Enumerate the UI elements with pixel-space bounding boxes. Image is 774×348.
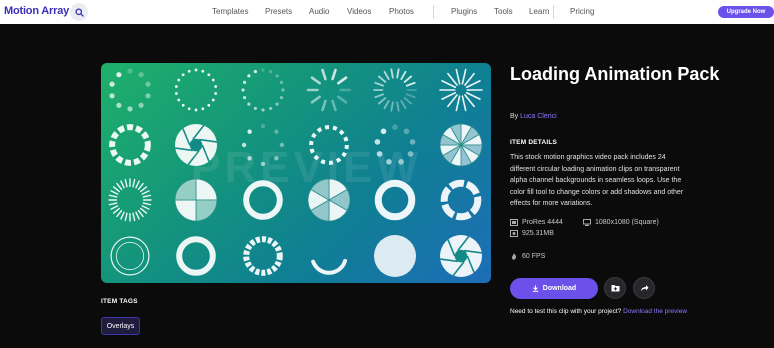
spinner-thumbnail-18: [440, 179, 482, 221]
nav-divider: [433, 5, 434, 19]
nav-videos[interactable]: Videos: [347, 7, 371, 16]
spec-size-value: 925.31MB: [522, 230, 554, 237]
search-button[interactable]: [70, 3, 88, 21]
spinner-thumbnail-23: [374, 235, 416, 277]
folder-plus-icon: [611, 285, 619, 292]
item-description: This stock motion graphics video pack in…: [510, 154, 684, 207]
item-details-heading: ITEM DETAILS: [510, 139, 558, 146]
spinner-thumbnail-13: [108, 178, 152, 222]
test-clip-question: Need to test this clip with your project…: [510, 308, 622, 315]
spec-resolution-value: 1080x1080 (Square): [595, 219, 659, 226]
fps-icon: [512, 253, 516, 260]
spinner-thumbnail-12: [439, 123, 483, 167]
page-title: Loading Animation Pack: [510, 64, 720, 84]
spec-resolution: 1080x1080 (Square): [583, 219, 659, 226]
monitor-icon: [583, 219, 591, 226]
storage-icon: [510, 230, 518, 237]
preview-watermark: PREVIEW: [191, 143, 422, 192]
spinner-thumbnail-3: [241, 68, 285, 112]
download-label: Download: [542, 285, 577, 292]
add-to-folder-button[interactable]: [604, 277, 626, 299]
share-arrow-icon: [640, 285, 648, 291]
download-preview-link[interactable]: Download the preview: [623, 308, 687, 315]
spec-codec: ProRes 4444: [510, 219, 563, 226]
spinner-thumbnail-1: [109, 68, 151, 112]
spec-fps-value: 60 FPS: [522, 253, 546, 260]
spinner-thumbnail-7: [109, 124, 151, 166]
nav-plugins[interactable]: Plugins: [451, 7, 477, 16]
spinner-thumbnail-5: [373, 68, 417, 112]
download-icon: [532, 285, 538, 292]
spec-codec-value: ProRes 4444: [522, 219, 563, 226]
spinner-thumbnail-19: [110, 236, 150, 276]
spec-fps: 60 FPS: [510, 253, 545, 260]
spinner-thumbnail-20: [176, 236, 216, 276]
spinner-thumbnail-24: [440, 235, 482, 277]
film-icon: [510, 219, 518, 226]
spinner-thumbnail-21: [243, 236, 283, 276]
nav-pricing[interactable]: Pricing: [570, 7, 594, 16]
author-byline: By Luca Clerici: [510, 113, 557, 120]
nav-audio[interactable]: Audio: [309, 7, 329, 16]
nav-learn[interactable]: Learn: [529, 7, 549, 16]
nav-presets[interactable]: Presets: [265, 7, 292, 16]
nav-divider: [553, 5, 554, 19]
top-nav-bar: Motion Array Templates Presets Audio Vid…: [0, 0, 774, 24]
test-clip-prompt: Need to test this clip with your project…: [510, 308, 687, 315]
author-link[interactable]: Luca Clerici: [520, 113, 557, 120]
search-icon: [74, 7, 84, 17]
tag-overlays[interactable]: Overlays: [101, 317, 140, 335]
download-button[interactable]: Download: [510, 278, 598, 299]
site-logo[interactable]: Motion Array: [4, 5, 69, 17]
upgrade-now-button[interactable]: Upgrade Now: [718, 6, 774, 18]
spinner-thumbnail-22: [311, 258, 348, 275]
nav-photos[interactable]: Photos: [389, 7, 414, 16]
spec-size: 925.31MB: [510, 230, 554, 237]
item-tags-heading: ITEM TAGS: [101, 298, 138, 305]
nav-templates[interactable]: Templates: [212, 7, 248, 16]
video-preview[interactable]: PREVIEW: [101, 63, 491, 283]
spinner-thumbnail-2: [174, 68, 218, 112]
spinner-thumbnail-6: [439, 68, 483, 112]
spinner-thumbnail-4: [306, 68, 352, 112]
by-prefix: By: [510, 113, 521, 120]
share-button[interactable]: [633, 277, 655, 299]
nav-tools[interactable]: Tools: [494, 7, 513, 16]
